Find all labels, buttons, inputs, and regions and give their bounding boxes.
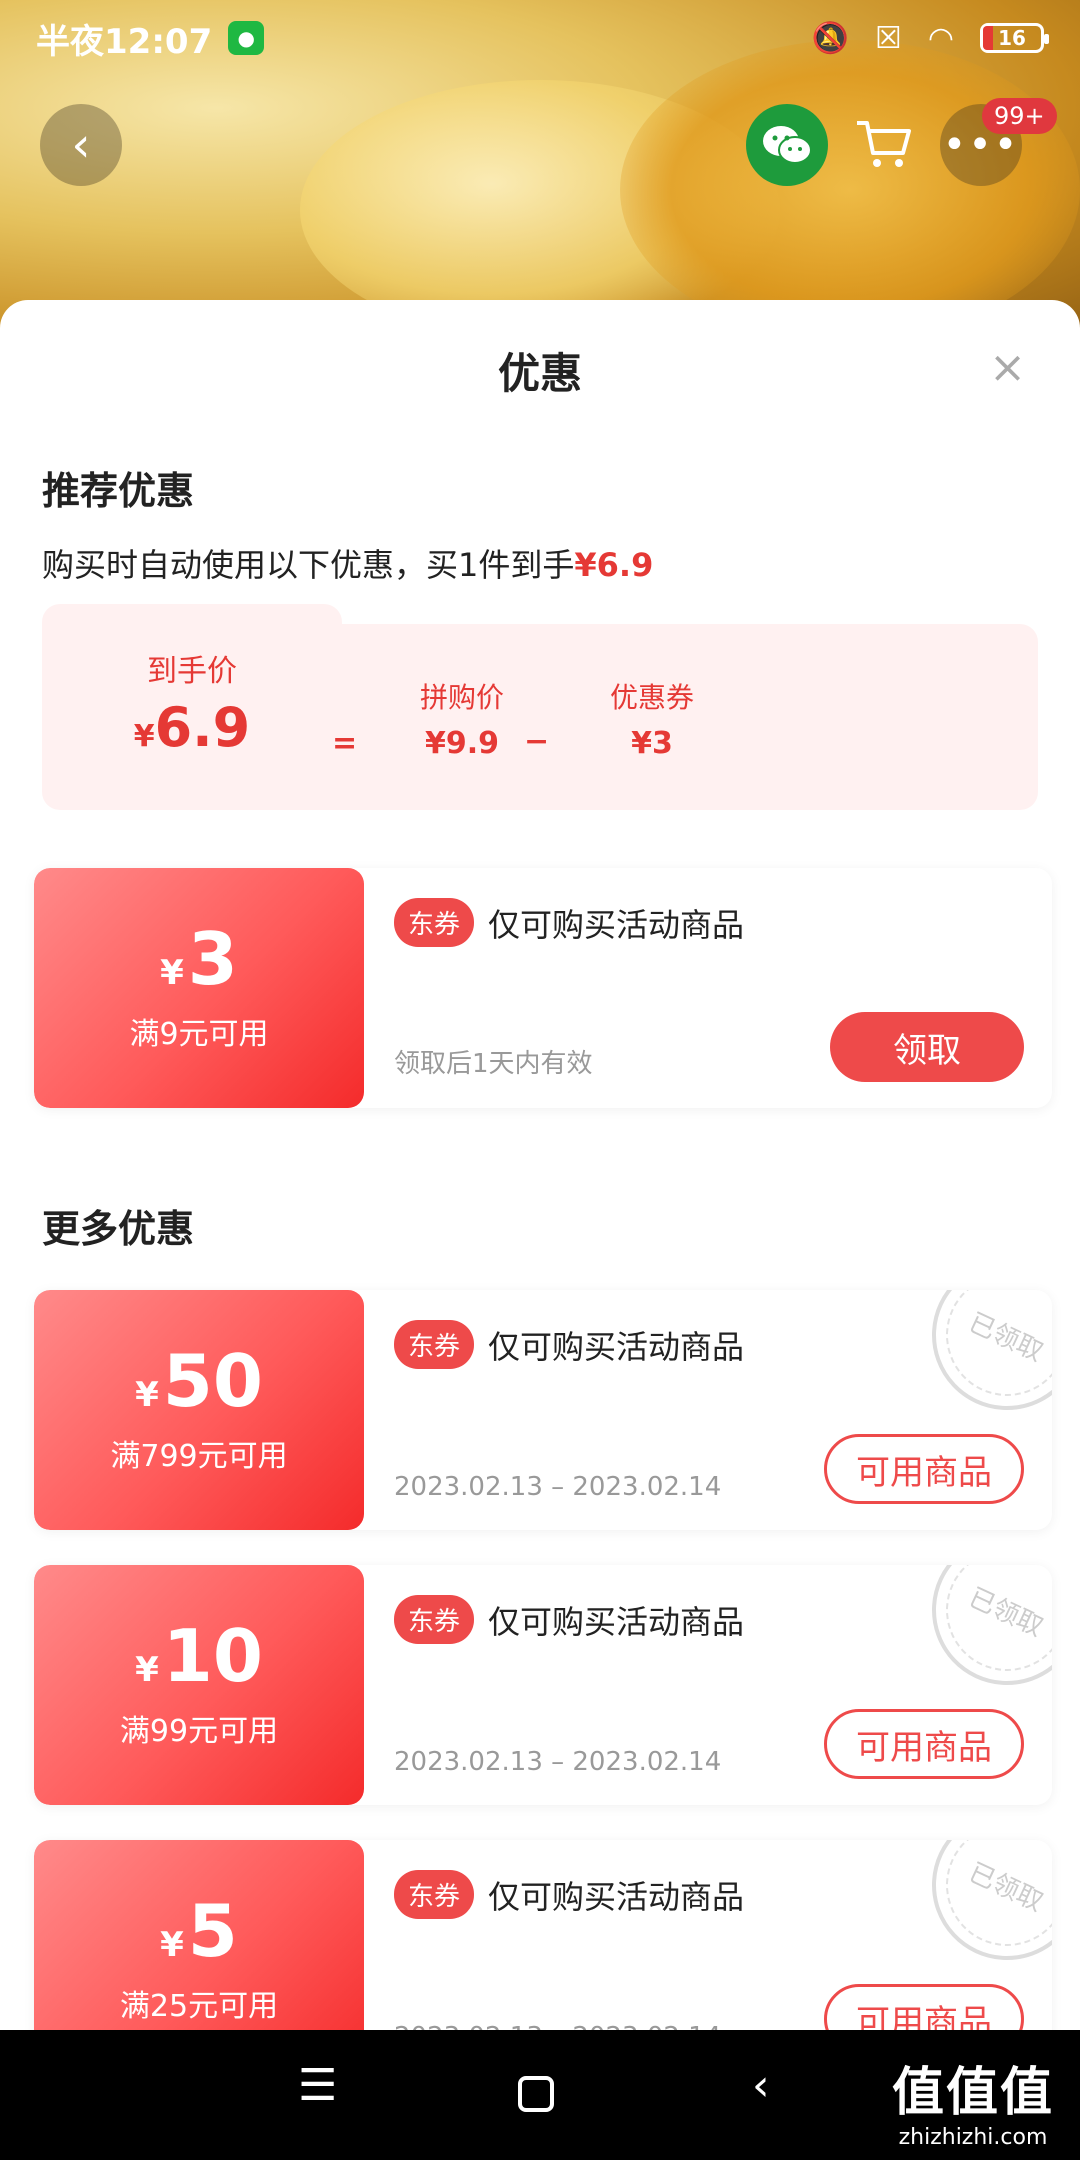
recent-apps-icon[interactable]: ☰ [298,2060,337,2111]
final-price-column: 到手价 ¥6.9 [102,646,282,759]
site-watermark: 值值值 zhizhizhi.com [892,2050,1054,2150]
notification-count-badge: 99+ [982,98,1057,134]
coupon-discount-column: 优惠券 ¥3 [582,676,722,761]
coupon-dates: 2023.02.13 – 2023.02.14 [394,1747,722,1777]
coupon-dates: 2023.02.13 – 2023.02.14 [394,2022,721,2030]
price-breakdown-box: 到手价 ¥6.9 = 拼购价 ¥9.9 − 优惠券 ¥3 [42,604,1038,810]
coupon-name: 仅可购买活动商品 [488,1878,745,1916]
recommended-desc-price: ¥6.9 [574,546,654,584]
nav-back-icon[interactable]: ‹ [752,2060,770,2111]
coupon-discount-label: 优惠券 [609,681,694,714]
sheet-title: 优惠 [497,349,582,398]
battery-icon: 16 [980,23,1049,53]
coupon-dates: 2023.02.13 – 2023.02.14 [394,1472,722,1502]
coupon-condition: 满25元可用 [119,1989,279,2024]
coupon-card: ¥5 满25元可用 东券 仅可购买活动商品 2023.02.13 – 2023.… [34,1840,1052,2030]
coupon-type-tag: 东券 [394,898,475,947]
equals-sign: = [332,726,358,761]
no-sim-icon: ☒ [874,20,902,56]
eligible-products-button[interactable]: 可用商品 [824,1709,1024,1779]
watermark-url: zhizhizhi.com [898,2125,1048,2150]
back-button[interactable]: ‹ [40,104,122,186]
recommended-coupon-card: ¥3 满9元可用 东券 仅可购买活动商品 领取后1天内有效 领取 [34,868,1052,1108]
coupon-validity: 领取后1天内有效 [394,1049,593,1079]
claimed-stamp: 已领取 [907,1290,1052,1435]
wifi-icon: ◠ [927,20,954,56]
coupon-value-panel: ¥10 满99元可用 [34,1565,364,1805]
group-price-label: 拼购价 [419,681,504,714]
eligible-products-button[interactable]: 可用商品 [824,1984,1024,2030]
coupon-amount: ¥10 [135,1620,263,1692]
wechat-share-button[interactable] [746,104,828,186]
final-price-value: ¥6.9 [102,696,282,759]
close-icon[interactable]: × [989,342,1026,393]
final-price-label: 到手价 [147,654,237,689]
recommended-section-title: 推荐优惠 [42,469,195,513]
status-icons: 🔕 ☒ ◠ 16 [811,20,1049,56]
coupon-amount-number: 5 [187,1889,238,1973]
group-price-value: ¥9.9 [424,726,500,761]
coupon-yen: ¥ [135,1375,159,1415]
price-breakdown-tab-slope [298,604,358,664]
claimed-stamp: 已领取 [907,1840,1052,1985]
coupon-discount-value: ¥3 [631,726,673,761]
wechat-icon [763,126,812,164]
coupon-condition: 满9元可用 [129,1017,269,1052]
coupon-condition: 满799元可用 [110,1439,288,1474]
coupon-type-tag: 东券 [394,1870,475,1919]
status-time: 半夜12:07 [36,21,213,62]
claim-coupon-button[interactable]: 领取 [830,1012,1024,1082]
chevron-left-icon: ‹ [71,117,91,173]
coupon-type-tag: 东券 [394,1320,475,1369]
minus-sign: − [524,724,550,759]
coupon-type-tag: 东券 [394,1595,475,1644]
coupon-amount-number: 3 [187,917,238,1001]
coupon-card: ¥10 满99元可用 东券 仅可购买活动商品 2023.02.13 – 2023… [34,1565,1052,1805]
coupon-amount: ¥5 [160,1895,238,1967]
claimed-stamp: 已领取 [907,1565,1052,1710]
coupon-amount: ¥3 [160,923,238,995]
coupon-name: 仅可购买活动商品 [488,906,745,944]
group-price-column: 拼购价 ¥9.9 [392,676,532,761]
recommended-desc-text: 购买时自动使用以下优惠，买1件到手 [42,546,575,584]
coupon-amount-number: 50 [162,1339,263,1423]
wechat-notification-icon: ● [228,21,265,55]
watermark-logo-text: 值值值 [891,2063,1054,2123]
cart-button[interactable] [842,104,924,186]
recommended-description: 购买时自动使用以下优惠，买1件到手¥6.9 [42,540,653,586]
coupon-yen: ¥ [160,1925,184,1965]
coupon-amount: ¥50 [135,1345,263,1417]
cart-icon [857,121,911,167]
coupon-condition: 满99元可用 [119,1714,279,1749]
coupon-card: ¥50 满799元可用 东券 仅可购买活动商品 2023.02.13 – 202… [34,1290,1052,1530]
coupon-yen: ¥ [160,953,184,993]
eligible-products-button[interactable]: 可用商品 [824,1434,1024,1504]
mute-bell-icon: 🔕 [811,20,849,56]
coupon-yen: ¥ [135,1650,159,1690]
system-navigation-bar: ☰ ‹ 值值值 zhizhizhi.com [0,2030,1080,2160]
coupon-name: 仅可购买活动商品 [488,1603,745,1641]
final-price-number: 6.9 [154,696,251,759]
home-icon[interactable] [518,2076,554,2112]
status-bar: 半夜12:07 ● 🔕 ☒ ◠ 16 [0,0,1080,76]
final-price-yen: ¥ [133,719,155,754]
coupon-amount-number: 10 [162,1614,263,1698]
coupon-name: 仅可购买活动商品 [488,1328,745,1366]
more-section-title: 更多优惠 [42,1207,195,1251]
coupon-value-panel: ¥5 满25元可用 [34,1840,364,2030]
coupon-value-panel: ¥50 满799元可用 [34,1290,364,1530]
promotions-sheet: 优惠 × 推荐优惠 购买时自动使用以下优惠，买1件到手¥6.9 到手价 ¥6.9… [0,300,1080,2030]
coupon-value-panel: ¥3 满9元可用 [34,868,364,1108]
